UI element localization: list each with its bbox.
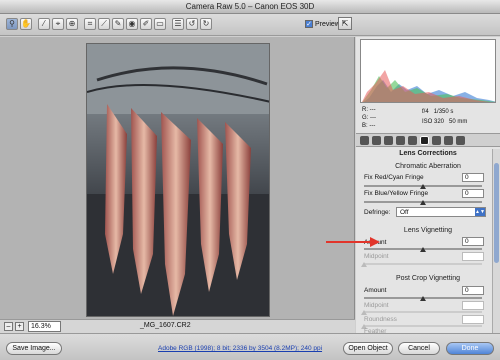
cancel-button[interactable]: Cancel bbox=[398, 342, 440, 355]
post-crop-roundness-label: Roundness bbox=[364, 316, 397, 323]
fix-blue-yellow-label: Fix Blue/Yellow Fringe bbox=[364, 190, 429, 197]
vignetting-midpoint-value[interactable] bbox=[462, 252, 484, 261]
fix-blue-yellow-slider[interactable] bbox=[364, 200, 482, 205]
slider-thumb[interactable] bbox=[361, 262, 367, 267]
defringe-value: Off bbox=[400, 209, 409, 216]
zoom-out-button[interactable]: – bbox=[4, 322, 13, 331]
right-panel: R: --- G: --- B: --- f/4 1/350 s ISO 320… bbox=[356, 37, 500, 335]
fix-red-cyan-value[interactable]: 0 bbox=[462, 173, 484, 182]
panel-tabs bbox=[356, 133, 500, 147]
post-crop-amount-label: Amount bbox=[364, 287, 387, 294]
panel-scrollbar[interactable] bbox=[492, 149, 500, 333]
post-crop-vignetting-heading: Post Crop Vignetting bbox=[395, 275, 461, 282]
post-crop-midpoint-slider[interactable] bbox=[361, 310, 482, 315]
hand-icon[interactable]: ✋ bbox=[20, 18, 32, 30]
tab-hsl-icon[interactable] bbox=[396, 136, 405, 145]
save-image-button[interactable]: Save Image... bbox=[6, 342, 62, 355]
slider-thumb[interactable] bbox=[420, 247, 426, 252]
fix-red-cyan-label: Fix Red/Cyan Fringe bbox=[364, 174, 424, 181]
slider-thumb[interactable] bbox=[420, 296, 426, 301]
iso: ISO 320 bbox=[422, 119, 445, 125]
fix-blue-yellow-value[interactable]: 0 bbox=[462, 189, 484, 198]
preview-label: Preview bbox=[314, 20, 340, 28]
rotate-cw-icon[interactable]: ↻ bbox=[200, 18, 212, 30]
fullscreen-toggle-button[interactable]: ⇱ bbox=[338, 17, 352, 30]
panel-title: Lens Corrections bbox=[399, 150, 457, 157]
zoom-icon[interactable]: ⚲ bbox=[6, 18, 18, 30]
status-bar: – + 16.3% _MG_1607.CR2 bbox=[0, 319, 355, 333]
tab-camera-calibration-icon[interactable] bbox=[432, 136, 441, 145]
red-eye-icon[interactable]: ◉ bbox=[126, 18, 138, 30]
white-balance-icon[interactable]: ⁄ bbox=[38, 18, 50, 30]
post-crop-roundness-slider[interactable] bbox=[361, 324, 482, 329]
file-name: _MG_1607.CR2 bbox=[140, 322, 191, 329]
toolbar: ⚲ ✋ ⁄ ⌖ ⊕ ⌗ ⟋ ✎ ◉ ✐ ▭ ☰ ↺ ↻ ✓ Preview ⇱ bbox=[0, 14, 500, 36]
checkbox-check-icon[interactable]: ✓ bbox=[305, 20, 313, 28]
r-label: R: bbox=[362, 107, 368, 113]
b-label: B: bbox=[362, 123, 368, 129]
rotate-ccw-icon[interactable]: ↺ bbox=[186, 18, 198, 30]
g-label: G: bbox=[362, 115, 369, 121]
crop-icon[interactable]: ⌗ bbox=[84, 18, 96, 30]
photo-preview bbox=[86, 43, 270, 317]
workflow-options-link[interactable]: Adobe RGB (1998); 8 bit; 2336 by 3504 (8… bbox=[158, 345, 322, 352]
slider-thumb[interactable] bbox=[361, 310, 367, 315]
scrollbar-thumb[interactable] bbox=[494, 163, 499, 263]
adjust-brush-icon[interactable]: ✐ bbox=[140, 18, 152, 30]
color-sampler-icon[interactable]: ⌖ bbox=[52, 18, 64, 30]
tab-lens-corrections-icon[interactable] bbox=[420, 136, 429, 145]
window-title: Camera Raw 5.0 – Canon EOS 30D bbox=[0, 0, 500, 14]
straighten-icon[interactable]: ⟋ bbox=[98, 18, 110, 30]
slider-thumb[interactable] bbox=[420, 184, 426, 189]
tab-split-toning-icon[interactable] bbox=[408, 136, 417, 145]
done-button[interactable]: Done bbox=[446, 342, 494, 355]
post-crop-midpoint-value[interactable] bbox=[462, 301, 484, 310]
tab-snapshots-icon[interactable] bbox=[456, 136, 465, 145]
vignetting-midpoint-slider[interactable] bbox=[361, 262, 482, 267]
chromatic-aberration-heading: Chromatic Aberration bbox=[395, 163, 461, 170]
defringe-label: Defringe: bbox=[364, 209, 391, 216]
b-value: --- bbox=[369, 123, 376, 129]
photo-content bbox=[87, 44, 269, 316]
zoom-in-button[interactable]: + bbox=[15, 322, 24, 331]
defringe-select[interactable]: Off ▲▼ bbox=[396, 207, 486, 217]
bottom-bar: Save Image... Adobe RGB (1998); 8 bit; 2… bbox=[0, 333, 500, 360]
tab-tone-curve-icon[interactable] bbox=[372, 136, 381, 145]
post-crop-amount-value[interactable]: 0 bbox=[462, 286, 484, 295]
graduated-filter-icon[interactable]: ▭ bbox=[154, 18, 166, 30]
lens-vignetting-heading: Lens Vignetting bbox=[403, 227, 453, 234]
vignetting-amount-value[interactable]: 0 bbox=[462, 237, 484, 246]
annotation-arrow-icon bbox=[326, 237, 380, 247]
target-adjust-icon[interactable]: ⊕ bbox=[66, 18, 78, 30]
vignetting-midpoint-label: Midpoint bbox=[364, 253, 389, 260]
shutter-speed: 1/350 s bbox=[433, 109, 454, 115]
rgb-readout: R: --- G: --- B: --- f/4 1/350 s ISO 320… bbox=[362, 105, 494, 133]
tab-presets-icon[interactable] bbox=[444, 136, 453, 145]
post-crop-roundness-value[interactable] bbox=[462, 315, 484, 324]
vignetting-amount-slider[interactable] bbox=[364, 247, 482, 252]
r-value: --- bbox=[369, 107, 376, 113]
fix-red-cyan-slider[interactable] bbox=[364, 184, 482, 189]
g-value: --- bbox=[370, 115, 377, 121]
tab-detail-icon[interactable] bbox=[384, 136, 393, 145]
spot-removal-icon[interactable]: ✎ bbox=[112, 18, 124, 30]
post-crop-midpoint-label: Midpoint bbox=[364, 302, 389, 309]
slider-thumb[interactable] bbox=[420, 200, 426, 205]
preferences-icon[interactable]: ☰ bbox=[172, 18, 184, 30]
open-object-button[interactable]: Open Object bbox=[343, 342, 393, 355]
zoom-level-select[interactable]: 16.3% bbox=[28, 321, 61, 332]
histogram-graph bbox=[362, 70, 495, 102]
aperture: f/4 bbox=[422, 109, 429, 115]
focal-length: 50 mm bbox=[449, 119, 468, 125]
preview-checkbox[interactable]: ✓ Preview bbox=[305, 20, 340, 28]
zoom-level-value: 16.3% bbox=[31, 323, 51, 330]
chevron-down-icon: ▲▼ bbox=[475, 208, 485, 216]
tab-basic-icon[interactable] bbox=[360, 136, 369, 145]
post-crop-amount-slider[interactable] bbox=[364, 296, 482, 301]
image-canvas[interactable] bbox=[0, 37, 355, 319]
histogram bbox=[360, 39, 496, 103]
